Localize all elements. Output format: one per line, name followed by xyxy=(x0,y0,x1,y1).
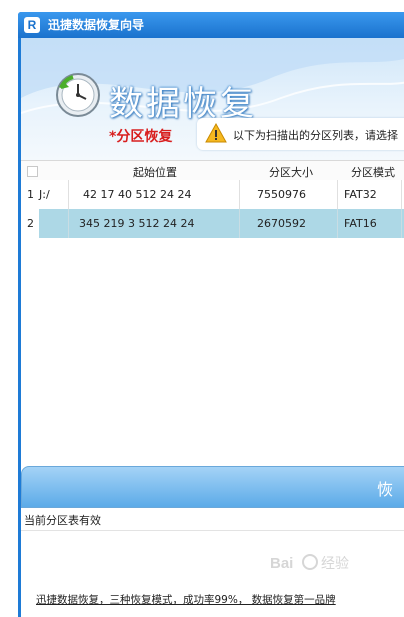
column-divider xyxy=(337,209,338,238)
header-banner: 数据恢复 *分区恢复 以下为扫描出的分区列表，请选择 xyxy=(21,38,404,160)
column-divider xyxy=(401,209,402,238)
promo-link[interactable]: 迅捷数据恢复，三种恢复模式，成功率99%， 数据恢复第一品牌 xyxy=(36,592,336,607)
column-start-position[interactable]: 起始位置 xyxy=(133,164,177,180)
window-title: 迅捷数据恢复向导 xyxy=(48,18,145,32)
row-start-position: 42 17 40 512 24 24 xyxy=(83,188,192,201)
column-partition-mode[interactable]: 分区模式 xyxy=(351,164,395,180)
main-content: 数据恢复 *分区恢复 以下为扫描出的分区列表，请选择 起始位置 分区大小 分区模… xyxy=(21,38,404,617)
column-divider xyxy=(337,180,338,209)
row-index: 1 xyxy=(27,188,34,201)
row-mode: FAT16 xyxy=(344,217,377,230)
divider xyxy=(21,530,404,531)
table-row-selected[interactable]: 2 345 219 3 512 24 24 2670592 FAT16 xyxy=(21,209,404,238)
column-partition-size[interactable]: 分区大小 xyxy=(269,164,313,180)
app-window: R 迅捷数据恢复向导 数据恢复 *分区恢复 以下为扫描出的分区列表，请选择 起始… xyxy=(18,12,404,617)
title-bar[interactable]: R 迅捷数据恢复向导 xyxy=(18,12,404,38)
notice-box: 以下为扫描出的分区列表，请选择 xyxy=(197,118,404,150)
column-divider xyxy=(401,180,402,209)
column-divider xyxy=(68,180,69,209)
svg-text:Bai: Bai xyxy=(270,555,293,572)
recover-bar: 恢 xyxy=(21,466,404,508)
column-divider xyxy=(239,209,240,238)
column-divider xyxy=(239,180,240,209)
select-all-checkbox[interactable] xyxy=(27,166,38,177)
svg-text:经验: 经验 xyxy=(321,556,349,572)
app-logo-icon: R xyxy=(24,17,40,33)
clock-icon xyxy=(56,73,100,117)
table-row[interactable]: 1 J:/ 42 17 40 512 24 24 7550976 FAT32 xyxy=(21,180,404,209)
row-size: 7550976 xyxy=(257,188,306,201)
baidu-watermark-logo: Bai 经验 xyxy=(270,554,349,572)
column-divider xyxy=(68,209,69,238)
notice-text: 以下为扫描出的分区列表，请选择 xyxy=(233,129,398,142)
row-drive: J:/ xyxy=(39,188,50,201)
row-size: 2670592 xyxy=(257,217,306,230)
recover-button[interactable]: 恢 xyxy=(377,476,393,500)
warning-icon xyxy=(205,123,227,143)
status-area: 恢 当前分区表有效 迅捷数据恢复，三种恢复模式，成功率99%， 数据恢复第一品牌 xyxy=(21,456,404,617)
row-mode: FAT32 xyxy=(344,188,377,201)
partition-table-header: 起始位置 分区大小 分区模式 xyxy=(21,160,404,182)
status-message: 当前分区表有效 xyxy=(24,514,101,527)
step-label: *分区恢复 xyxy=(109,129,173,145)
row-start-position: 345 219 3 512 24 24 xyxy=(79,217,195,230)
row-index: 2 xyxy=(27,217,34,230)
